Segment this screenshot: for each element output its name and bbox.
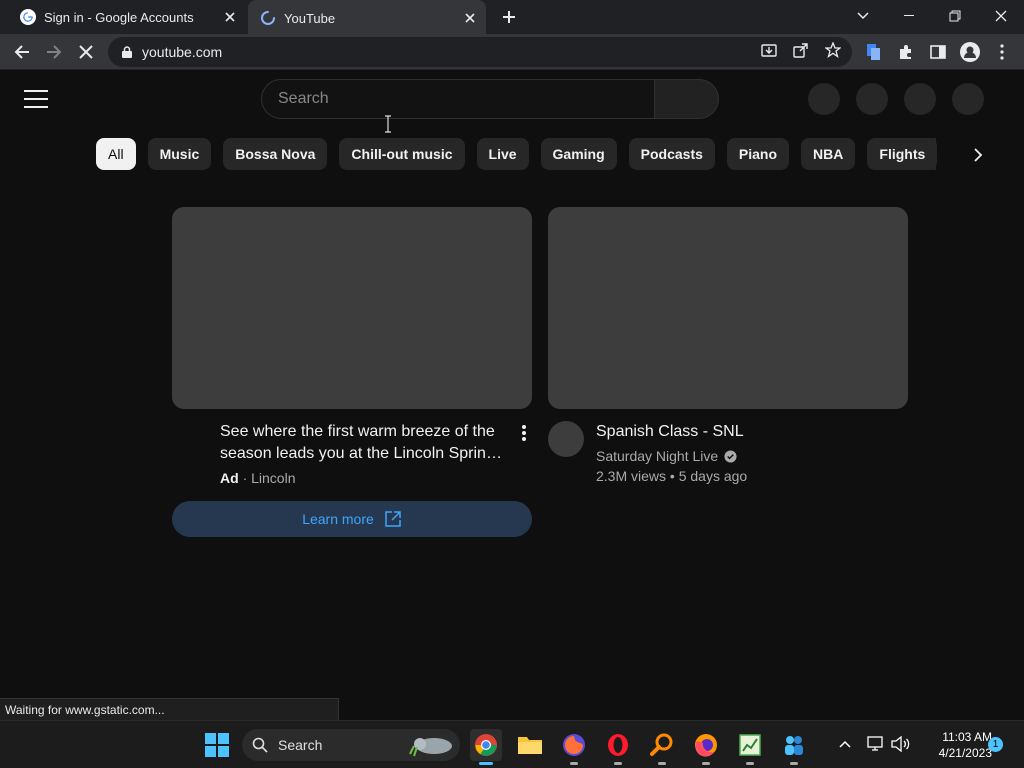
loading-spinner-icon bbox=[260, 10, 276, 26]
chip-live[interactable]: Live bbox=[476, 138, 529, 170]
clock-date: 4/21/2023 bbox=[938, 746, 992, 760]
more-options-icon[interactable] bbox=[514, 423, 534, 443]
search-button[interactable] bbox=[655, 79, 719, 119]
youtube-page: Search All Music Bossa Nova Chill-out mu… bbox=[0, 71, 1024, 720]
header-icon-placeholder[interactable] bbox=[808, 83, 840, 115]
opera-icon[interactable] bbox=[602, 729, 634, 765]
minimize-button[interactable] bbox=[886, 0, 932, 32]
url-text: youtube.com bbox=[142, 44, 223, 60]
close-tab-icon[interactable] bbox=[460, 8, 480, 28]
share-icon[interactable] bbox=[792, 41, 810, 59]
search-icon bbox=[252, 737, 268, 753]
meta-separator: · bbox=[242, 470, 248, 486]
view-count: 2.3M views bbox=[596, 468, 667, 484]
video-stats: 2.3M views • 5 days ago bbox=[596, 468, 747, 484]
chip-piano[interactable]: Piano bbox=[726, 138, 790, 170]
tab-search-chevron-icon[interactable] bbox=[840, 0, 886, 32]
ad-meta: Ad · Lincoln bbox=[220, 470, 296, 486]
chip-music[interactable]: Music bbox=[147, 138, 212, 170]
learn-more-label: Learn more bbox=[302, 511, 374, 527]
spreadsheet-app-icon[interactable] bbox=[734, 729, 766, 765]
chevron-right-icon[interactable] bbox=[966, 143, 990, 167]
header-icon-placeholder[interactable] bbox=[952, 83, 984, 115]
category-chips: All Music Bossa Nova Chill-out music Liv… bbox=[96, 138, 938, 170]
external-link-icon bbox=[385, 511, 401, 527]
browser-status-bar: Waiting for www.gstatic.com... bbox=[0, 698, 339, 720]
restore-button[interactable] bbox=[932, 0, 978, 32]
close-window-button[interactable] bbox=[978, 0, 1024, 32]
chip-overflow bbox=[926, 138, 936, 170]
forward-arrow-icon[interactable] bbox=[40, 38, 68, 66]
extension-document-icon[interactable] bbox=[860, 38, 888, 66]
browser-toolbar: youtube.com bbox=[0, 34, 1024, 70]
new-tab-button[interactable] bbox=[498, 6, 520, 28]
manatee-illustration-icon bbox=[409, 738, 452, 757]
tab-google-accounts[interactable]: Sign in - Google Accounts bbox=[8, 0, 246, 34]
chip-bossa-nova[interactable]: Bossa Nova bbox=[223, 138, 328, 170]
learn-more-button[interactable]: Learn more bbox=[172, 501, 532, 537]
video-thumbnail[interactable] bbox=[548, 207, 908, 409]
windows-taskbar: Search 11:03 AM 4/21/2023 1 bbox=[0, 720, 1024, 768]
ad-video-title[interactable]: See where the first warm breeze of the s… bbox=[220, 421, 510, 465]
ad-badge: Ad bbox=[220, 470, 239, 486]
chip-chill-out-music[interactable]: Chill-out music bbox=[339, 138, 465, 170]
clock-time: 11:03 AM bbox=[942, 730, 992, 744]
network-icon[interactable] bbox=[865, 733, 887, 755]
verified-check-icon bbox=[724, 449, 737, 463]
firefox-icon[interactable] bbox=[690, 729, 722, 765]
profile-avatar-icon[interactable] bbox=[956, 38, 984, 66]
advertiser-name[interactable]: Lincoln bbox=[251, 470, 295, 486]
install-app-icon[interactable] bbox=[760, 41, 778, 59]
taskbar-search[interactable]: Search bbox=[242, 729, 460, 761]
people-app-icon[interactable] bbox=[778, 729, 810, 765]
firefox-dev-icon[interactable] bbox=[558, 729, 590, 765]
taskbar-search-label: Search bbox=[278, 737, 323, 753]
side-panel-icon[interactable] bbox=[924, 38, 952, 66]
chip-all[interactable]: All bbox=[96, 138, 136, 170]
taskbar-clock[interactable]: 11:03 AM 4/21/2023 bbox=[918, 729, 992, 761]
bookmark-star-icon[interactable] bbox=[824, 41, 842, 59]
address-bar[interactable]: youtube.com bbox=[108, 37, 852, 67]
chrome-taskbar-icon[interactable] bbox=[470, 729, 502, 765]
header-icon-placeholder[interactable] bbox=[904, 83, 936, 115]
tab-title: Sign in - Google Accounts bbox=[44, 9, 194, 25]
notification-badge[interactable]: 1 bbox=[988, 737, 1003, 752]
kebab-menu-icon[interactable] bbox=[988, 38, 1016, 66]
volume-icon[interactable] bbox=[890, 733, 912, 755]
chip-podcasts[interactable]: Podcasts bbox=[628, 138, 715, 170]
file-explorer-icon[interactable] bbox=[514, 729, 546, 761]
search-input[interactable]: Search bbox=[261, 79, 655, 119]
lock-icon[interactable] bbox=[120, 45, 134, 59]
channel-row: Saturday Night Live bbox=[596, 448, 737, 464]
ad-video-thumbnail[interactable] bbox=[172, 207, 532, 409]
tab-youtube[interactable]: YouTube bbox=[248, 0, 486, 36]
tab-title: YouTube bbox=[284, 10, 336, 26]
video-title[interactable]: Spanish Class - SNL bbox=[596, 421, 744, 443]
meta-separator: • bbox=[669, 468, 675, 484]
back-arrow-icon[interactable] bbox=[8, 38, 36, 66]
close-tab-icon[interactable] bbox=[220, 7, 240, 27]
channel-avatar[interactable] bbox=[548, 421, 584, 457]
magnifier-app-icon[interactable] bbox=[646, 729, 678, 765]
stop-loading-icon[interactable] bbox=[72, 38, 100, 66]
chevron-up-icon[interactable] bbox=[834, 733, 856, 755]
youtube-search-bar: Search bbox=[261, 79, 719, 119]
upload-age: 5 days ago bbox=[678, 468, 748, 484]
extensions-puzzle-icon[interactable] bbox=[892, 38, 920, 66]
text-cursor-icon bbox=[385, 115, 391, 133]
google-g-icon bbox=[20, 9, 36, 25]
chip-nba[interactable]: NBA bbox=[801, 138, 856, 170]
browser-tab-strip: Sign in - Google Accounts YouTube bbox=[0, 0, 1024, 36]
channel-name[interactable]: Saturday Night Live bbox=[596, 448, 718, 464]
windows-start-icon[interactable] bbox=[201, 729, 233, 761]
hamburger-menu-icon[interactable] bbox=[24, 90, 48, 108]
chip-gaming[interactable]: Gaming bbox=[540, 138, 617, 170]
header-icon-placeholder[interactable] bbox=[856, 83, 888, 115]
